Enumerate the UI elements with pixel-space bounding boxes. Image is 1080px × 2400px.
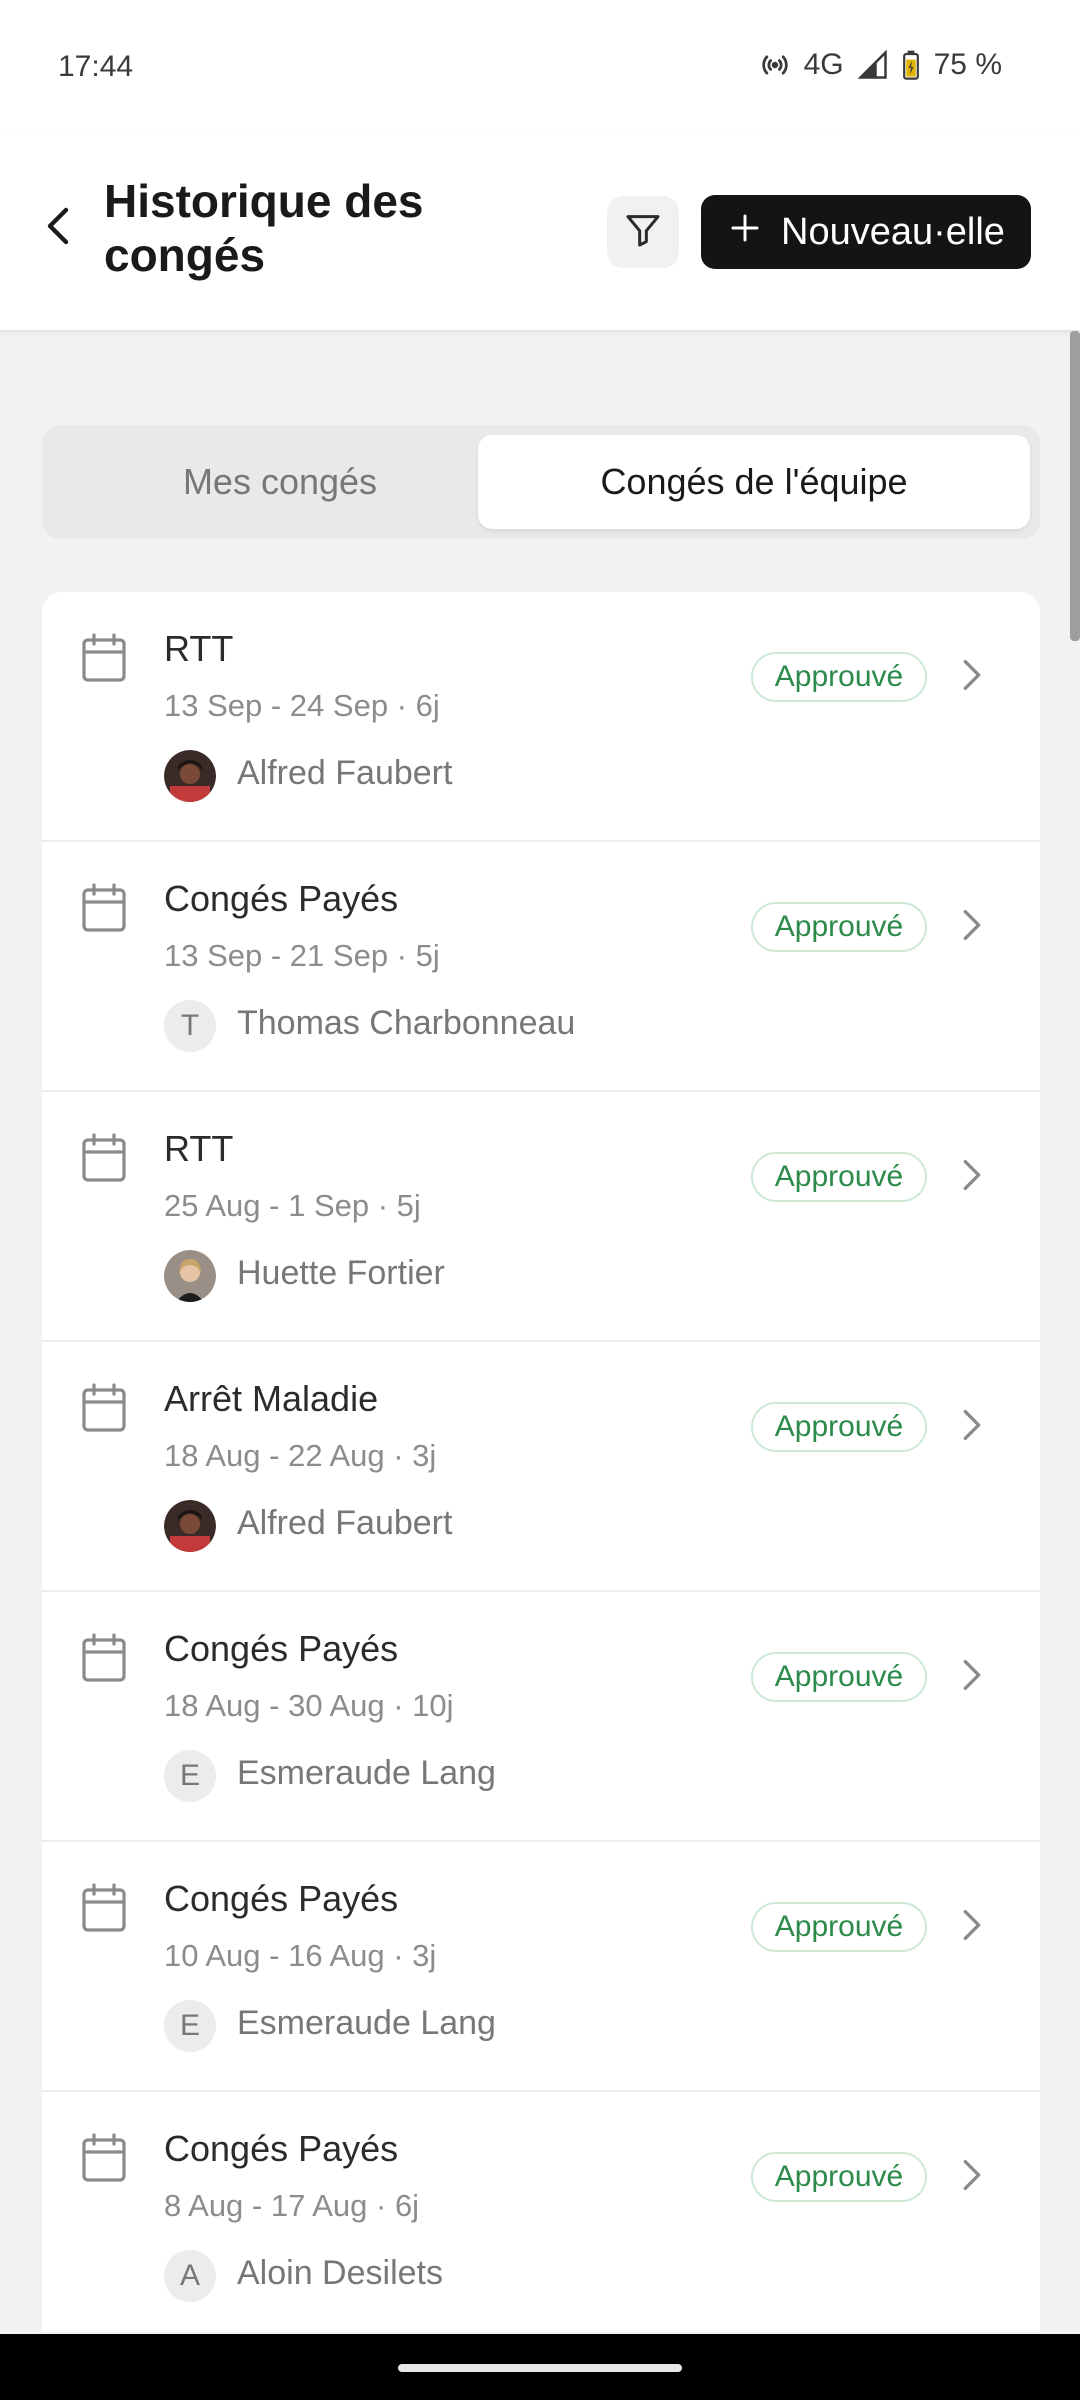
leave-type: Congés Payés [164,878,399,919]
employee-name: Alfred Faubert [237,1504,453,1542]
leave-type: Congés Payés [164,1878,399,1919]
back-button[interactable] [36,200,80,256]
filter-icon [623,210,663,255]
leave-dates: 25 Aug - 1 Sep · 5j [164,1188,421,1223]
status-icons: 4G 75 % [760,48,1002,82]
page-title: Historique des congés [104,175,424,281]
status-time: 17:44 [58,50,134,83]
leave-item[interactable]: RTT 25 Aug - 1 Sep · 5j Huette Fortier A… [42,1092,1040,1342]
calendar-icon [80,1382,128,1439]
leave-dates: 18 Aug - 30 Aug · 10j [164,1688,454,1723]
home-gesture-handle[interactable] [398,2364,682,2372]
system-nav-bar [0,2334,1080,2400]
leave-type: Congés Payés [164,1628,399,1669]
leave-item[interactable]: Congés Payés 18 Aug - 30 Aug · 10j E Esm… [42,1592,1040,1842]
avatar [164,1500,216,1552]
avatar: E [164,1750,216,1802]
chevron-right-icon [962,1408,982,1447]
employee-name: Alfred Faubert [237,754,453,792]
leave-dates: 18 Aug - 22 Aug · 3j [164,1438,437,1473]
leave-type: Arrêt Maladie [164,1378,379,1419]
signal-icon [857,50,888,80]
calendar-icon [80,1882,128,1939]
avatar [164,1250,216,1302]
leave-dates: 8 Aug - 17 Aug · 6j [164,2188,420,2223]
status-badge: Approuvé [751,1902,927,1952]
employee-name: Huette Fortier [237,1254,445,1292]
calendar-icon [80,1132,128,1189]
leave-item[interactable]: Congés Payés 13 Sep - 21 Sep · 5j T Thom… [42,842,1040,1092]
leave-item[interactable]: Congés Payés 10 Aug - 16 Aug · 3j E Esme… [42,1842,1040,2092]
chevron-right-icon [962,1908,982,1947]
leave-dates: 10 Aug - 16 Aug · 3j [164,1938,437,1973]
tab-team-leaves[interactable]: Congés de l'équipe [478,435,1030,529]
avatar: A [164,2250,216,2302]
status-badge: Approuvé [751,1652,927,1702]
calendar-icon [80,2132,128,2189]
leave-item[interactable]: Arrêt Maladie 18 Aug - 22 Aug · 3j Alfre… [42,1342,1040,1592]
avatar: E [164,2000,216,2052]
hotspot-icon [760,50,790,80]
calendar-icon [80,1632,128,1689]
employee-name: Esmeraude Lang [237,2004,496,2042]
chevron-right-icon [962,658,982,697]
new-leave-button[interactable]: Nouveau·elle [701,195,1031,269]
chevron-right-icon [962,2158,982,2197]
status-badge: Approuvé [751,902,927,952]
leave-type: RTT [164,1128,234,1169]
calendar-icon [80,632,128,689]
new-leave-label: Nouveau·elle [781,210,1005,253]
tab-my-leaves[interactable]: Mes congés [52,435,508,529]
chevron-right-icon [962,1158,982,1197]
status-badge: Approuvé [751,2152,927,2202]
employee-name: Thomas Charbonneau [237,1004,576,1042]
chevron-right-icon [962,1658,982,1697]
status-badge: Approuvé [751,1402,927,1452]
filter-button[interactable] [607,196,679,268]
status-bar: 17:44 4G 75 % [0,0,1080,130]
leave-scope-tabs: Mes congés Congés de l'équipe [42,425,1040,539]
calendar-icon [80,882,128,939]
leave-type: Congés Payés [164,2128,399,2169]
status-badge: Approuvé [751,652,927,702]
network-label: 4G [803,48,844,81]
scrollbar[interactable] [1070,331,1080,641]
leave-item[interactable]: Congés Payés 8 Aug - 17 Aug · 6j A Aloin… [42,2092,1040,2332]
leave-item[interactable]: RTT 13 Sep - 24 Sep · 6j Alfred Faubert … [42,592,1040,842]
chevron-left-icon [46,206,70,251]
employee-name: Aloin Desilets [237,2254,443,2292]
battery-label: 75 % [933,48,1002,81]
status-badge: Approuvé [751,1152,927,1202]
leave-type: RTT [164,628,234,669]
avatar [164,750,216,802]
avatar: T [164,1000,216,1052]
leave-list: RTT 13 Sep - 24 Sep · 6j Alfred Faubert … [42,592,1040,2332]
chevron-right-icon [962,908,982,947]
leave-dates: 13 Sep - 21 Sep · 5j [164,938,440,973]
battery-icon [902,50,920,80]
plus-icon [729,211,761,254]
app-header: Historique des congés Nouveau·elle [0,130,1080,331]
leave-dates: 13 Sep - 24 Sep · 6j [164,688,440,723]
employee-name: Esmeraude Lang [237,1754,496,1792]
